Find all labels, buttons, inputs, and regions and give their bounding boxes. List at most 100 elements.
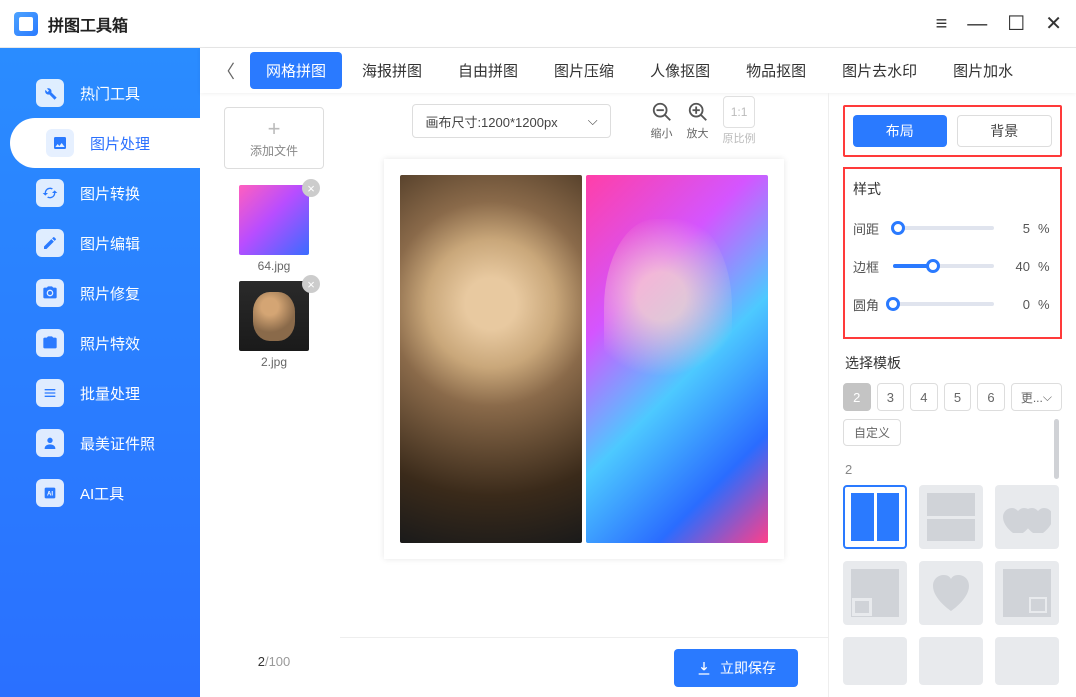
scrollbar[interactable] [1054,419,1059,479]
template-count-3[interactable]: 3 [877,383,905,411]
stack-icon [36,379,64,407]
layout-tab-button[interactable]: 布局 [853,115,947,147]
canvas-slot-1[interactable] [400,175,582,543]
plus-icon: + [268,118,281,140]
spacing-slider-row: 间距 5 % [853,209,1052,247]
titlebar: 拼图工具箱 ≡ — ☐ ✕ [0,0,1076,48]
back-button[interactable]: 〈 [210,55,242,87]
template-count-6[interactable]: 6 [977,383,1005,411]
canvas-slot-2[interactable] [586,175,768,543]
add-file-label: 添加文件 [250,142,298,159]
sidebar-item-hot-tools[interactable]: 热门工具 [0,68,200,118]
edit-icon [36,229,64,257]
tab-bar: 〈 网格拼图 海报拼图 自由拼图 图片压缩 人像抠图 物品抠图 图片去水印 图片… [200,48,1076,93]
template-item[interactable] [995,637,1059,685]
tab-poster[interactable]: 海报拼图 [346,52,438,89]
camera-sparkle-icon [36,329,64,357]
tab-free[interactable]: 自由拼图 [442,52,534,89]
custom-template-button[interactable]: 自定义 [843,419,901,446]
tab-grid-collage[interactable]: 网格拼图 [250,52,342,89]
original-ratio-button[interactable]: 1:1 [723,96,755,128]
zoom-out-icon [651,101,673,123]
spacing-slider[interactable] [893,226,994,230]
canvas-size-dropdown[interactable]: 画布尺寸:1200*1200px ⌵ [412,104,610,138]
template-hearts[interactable] [995,485,1059,549]
radius-slider-row: 圆角 0 % [853,285,1052,323]
template-pip-heart[interactable] [843,561,907,625]
template-big-heart[interactable] [919,561,983,625]
zoom-out-button[interactable]: 缩小 [651,101,673,141]
segment-control: 布局 背景 [843,105,1062,157]
sidebar-item-image-convert[interactable]: 图片转换 [0,168,200,218]
sidebar-item-id-photo[interactable]: 最美证件照 [0,418,200,468]
template-count-4[interactable]: 4 [910,383,938,411]
template-count-more[interactable]: 更... ⌵ [1011,383,1062,411]
right-panel: 布局 背景 样式 间距 5 % 边框 [828,93,1076,697]
maximize-button[interactable]: ☐ [1007,14,1025,34]
sidebar-item-label: 热门工具 [80,83,140,104]
file-count: 2/100 [258,654,291,687]
template-2col[interactable] [843,485,907,549]
tab-object-cutout[interactable]: 物品抠图 [730,52,822,89]
canvas-size-label: 画布尺寸:1200*1200px [425,112,557,131]
file-panel: + 添加文件 × 64.jpg × 2.jpg 2/100 [200,93,340,697]
close-button[interactable]: ✕ [1045,14,1062,34]
tab-compress[interactable]: 图片压缩 [538,52,630,89]
thumbnail-image [239,281,309,351]
template-count-5[interactable]: 5 [944,383,972,411]
sidebar: 热门工具 图片处理 图片转换 图片编辑 照片修复 照片特效 批量处理 最美证件 [0,48,200,697]
delete-thumb-button[interactable]: × [302,179,320,197]
add-file-button[interactable]: + 添加文件 [224,107,324,169]
chevron-down-icon: ⌵ [1043,390,1052,405]
sidebar-item-label: 图片编辑 [80,233,140,254]
original-ratio-label: 原比例 [723,130,756,146]
collage-canvas[interactable] [384,159,784,559]
app-title: 拼图工具箱 [48,12,128,36]
template-group-label: 2 [845,462,1062,477]
zoom-in-icon [687,101,709,123]
sidebar-item-photo-effect[interactable]: 照片特效 [0,318,200,368]
chevron-down-icon: ⌵ [588,113,598,129]
template-pip-rect[interactable] [995,561,1059,625]
sidebar-item-label: 最美证件照 [80,433,155,454]
wrench-icon [36,79,64,107]
sidebar-item-image-edit[interactable]: 图片编辑 [0,218,200,268]
sidebar-item-label: 图片转换 [80,183,140,204]
convert-icon [36,179,64,207]
tab-add-watermark[interactable]: 图片加水 [937,52,1029,89]
file-thumb[interactable]: × 2.jpg [224,281,324,369]
sidebar-item-label: 照片修复 [80,283,140,304]
background-tab-button[interactable]: 背景 [957,115,1053,147]
template-title: 选择模板 [845,353,1062,373]
style-title: 样式 [853,179,1052,199]
border-slider[interactable] [893,264,994,268]
border-slider-row: 边框 40 % [853,247,1052,285]
tab-portrait-cutout[interactable]: 人像抠图 [634,52,726,89]
sidebar-item-batch[interactable]: 批量处理 [0,368,200,418]
minimize-button[interactable]: — [967,14,987,34]
sidebar-item-photo-repair[interactable]: 照片修复 [0,268,200,318]
hamburger-icon[interactable]: ≡ [936,14,948,34]
sidebar-item-ai[interactable]: AI AI工具 [0,468,200,518]
template-item[interactable] [843,637,907,685]
thumb-filename: 64.jpg [224,259,324,273]
svg-text:AI: AI [47,492,53,498]
template-count-2[interactable]: 2 [843,383,871,411]
file-thumb[interactable]: × 64.jpg [224,185,324,273]
zoom-in-button[interactable]: 放大 [687,101,709,141]
sidebar-item-label: 照片特效 [80,333,140,354]
delete-thumb-button[interactable]: × [302,275,320,293]
thumbnail-image [239,185,309,255]
app-logo-icon [14,12,38,36]
person-icon [36,429,64,457]
download-icon [696,660,712,676]
tab-remove-watermark[interactable]: 图片去水印 [826,52,933,89]
save-button[interactable]: 立即保存 [674,649,798,687]
template-2row[interactable] [919,485,983,549]
radius-slider[interactable] [893,302,994,306]
sidebar-item-image-process[interactable]: 图片处理 [10,118,200,168]
sidebar-item-label: 图片处理 [90,133,150,154]
template-item[interactable] [919,637,983,685]
camera-plus-icon [36,279,64,307]
sidebar-item-label: 批量处理 [80,383,140,404]
